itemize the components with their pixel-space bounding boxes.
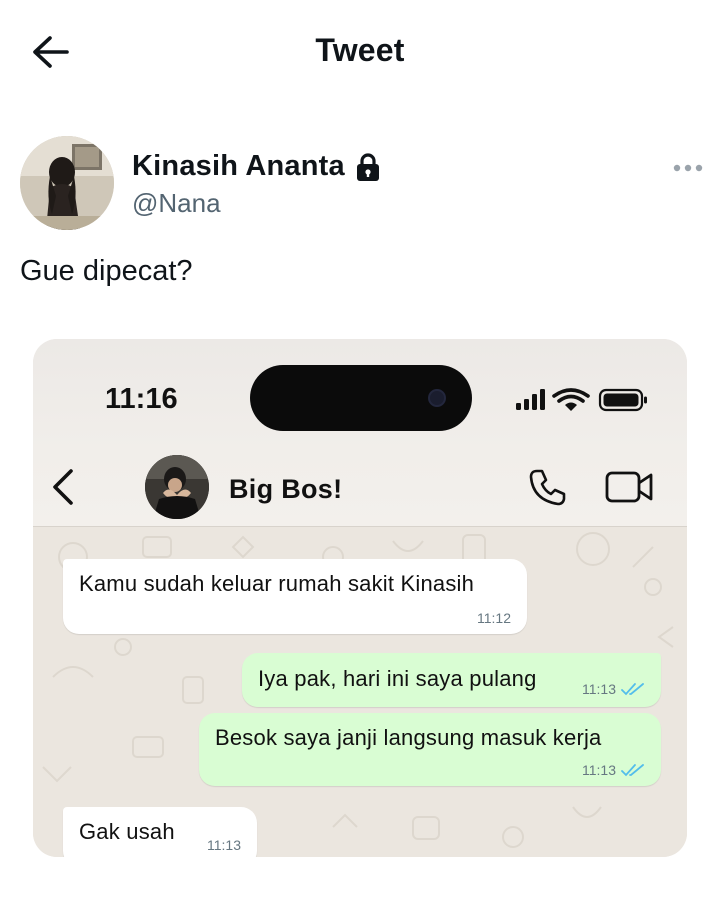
chat-area[interactable]: Kamu sudah keluar rumah sakit Kinasih 11…: [33, 527, 687, 857]
message-meta: 11:13: [582, 762, 645, 778]
contact-avatar-photo: [145, 455, 209, 519]
lock-icon: [356, 152, 379, 181]
message-outgoing[interactable]: Iya pak, hari ini saya pulang 11:13: [242, 653, 661, 707]
wifi-icon: [552, 388, 590, 411]
message-time: 11:13: [582, 681, 616, 697]
message-text: Iya pak, hari ini saya pulang: [258, 666, 537, 691]
battery-icon: [598, 388, 647, 412]
video-call-icon[interactable]: [605, 469, 655, 505]
message-time: 11:13: [582, 762, 616, 778]
message-meta: 11:13: [207, 837, 241, 853]
contact-avatar[interactable]: [145, 455, 209, 519]
message-time: 11:13: [207, 837, 241, 853]
author-avatar[interactable]: [20, 136, 114, 230]
contact-name[interactable]: Big Bos!: [229, 474, 342, 505]
message-meta: 11:13: [582, 681, 645, 697]
more-options-icon[interactable]: [673, 163, 703, 173]
status-bar-icons: [516, 388, 647, 412]
message-incoming[interactable]: Kamu sudah keluar rumah sakit Kinasih 11…: [63, 559, 527, 634]
dynamic-island: [250, 365, 472, 431]
tweet-top-bar: Tweet: [0, 0, 720, 104]
message-meta: 11:12: [477, 610, 511, 626]
cellular-signal-icon: [516, 389, 545, 410]
message-text: Kamu sudah keluar rumah sakit Kinasih: [79, 571, 475, 596]
tweet-text: Gue dipecat?: [20, 255, 193, 287]
message-incoming[interactable]: Gak usah 11:13: [63, 807, 257, 857]
author-name-row: Kinasih Ananta: [132, 150, 381, 183]
voice-call-icon[interactable]: [527, 467, 567, 507]
read-receipt-icon: [621, 683, 644, 696]
message-outgoing[interactable]: Besok saya janji langsung masuk kerja 11…: [199, 713, 661, 786]
message-text: Besok saya janji langsung masuk kerja: [215, 725, 602, 750]
message-text: Gak usah: [79, 819, 175, 844]
read-receipt-icon: [621, 764, 644, 777]
page-title: Tweet: [315, 32, 405, 68]
chat-back-chevron-icon[interactable]: [49, 467, 77, 507]
camera-icon: [428, 389, 446, 407]
message-time: 11:12: [477, 610, 511, 626]
avatar-photo: [20, 136, 114, 230]
author-name[interactable]: Kinasih Ananta: [132, 150, 345, 183]
status-bar-time: 11:16: [105, 383, 178, 415]
author-handle[interactable]: @Nana: [132, 188, 221, 219]
phone-header: 11:16 Big Bos!: [33, 339, 687, 527]
tweet-media-image[interactable]: 11:16 Big Bos! Kamu sudah keluar rumah s…: [33, 339, 687, 857]
